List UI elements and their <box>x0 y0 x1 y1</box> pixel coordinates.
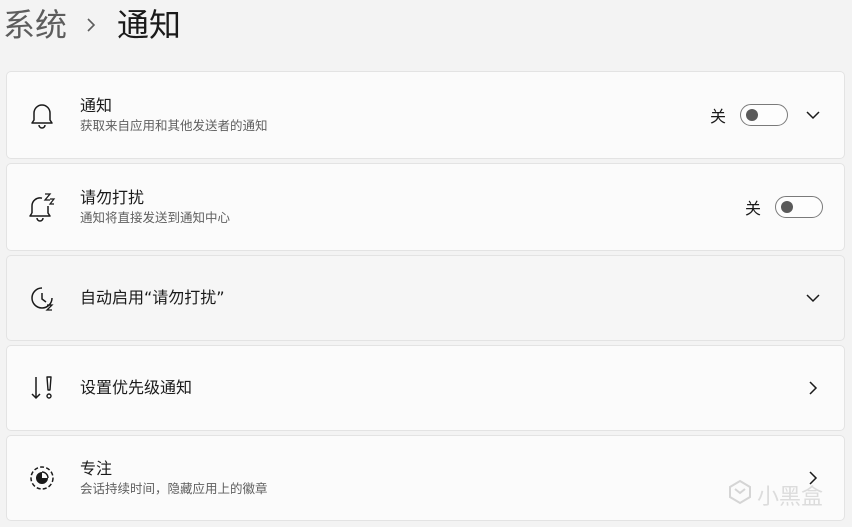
focus-title: 专注 <box>80 459 113 478</box>
clock-icon <box>27 283 57 313</box>
notifications-toggle-group: 关 <box>710 103 788 127</box>
priority-icon <box>27 373 57 403</box>
dnd-title: 请勿打扰 <box>80 188 145 207</box>
notifications-subtitle: 获取来自应用和其他发送者的通知 <box>80 118 268 133</box>
dnd-card[interactable]: 请勿打扰 通知将直接发送到通知中心 关 <box>6 163 845 251</box>
watermark: 小黑盒 <box>727 479 823 511</box>
dnd-text: 请勿打扰 通知将直接发送到通知中心 <box>80 188 230 226</box>
focus-icon <box>27 463 57 493</box>
breadcrumb: 系统 通知 <box>3 0 181 50</box>
focus-subtitle: 会话持续时间，隐藏应用上的徽章 <box>80 481 268 496</box>
priority-card[interactable]: 设置优先级通知 <box>6 345 845 431</box>
notifications-card[interactable]: 通知 获取来自应用和其他发送者的通知 关 <box>6 71 845 159</box>
notifications-state: 关 <box>709 107 726 126</box>
chevron-right-icon[interactable] <box>805 380 821 396</box>
priority-text: 设置优先级通知 <box>80 378 192 398</box>
auto-dnd-text: 自动启用“请勿打扰” <box>80 288 225 308</box>
chevron-right-icon <box>85 17 97 33</box>
page-title: 通知 <box>117 6 182 44</box>
auto-dnd-card[interactable]: 自动启用“请勿打扰” <box>6 255 845 341</box>
watermark-logo-icon <box>727 479 753 511</box>
breadcrumb-parent[interactable]: 系统 <box>3 9 67 41</box>
notifications-title: 通知 <box>80 96 113 115</box>
focus-text: 专注 会话持续时间，隐藏应用上的徽章 <box>80 459 268 497</box>
notifications-toggle[interactable] <box>740 104 788 126</box>
watermark-text: 小黑盒 <box>757 485 824 510</box>
dnd-subtitle: 通知将直接发送到通知中心 <box>80 210 231 225</box>
bell-icon <box>27 100 57 130</box>
dnd-toggle[interactable] <box>775 196 823 218</box>
toggle-knob <box>781 201 793 213</box>
priority-title: 设置优先级通知 <box>80 378 193 397</box>
dnd-state: 关 <box>744 199 761 218</box>
dnd-toggle-group: 关 <box>745 195 823 219</box>
chevron-down-icon[interactable] <box>805 107 821 123</box>
bell-snooze-icon <box>27 192 57 222</box>
focus-card[interactable]: 专注 会话持续时间，隐藏应用上的徽章 <box>6 435 845 521</box>
notifications-text: 通知 获取来自应用和其他发送者的通知 <box>80 96 268 134</box>
chevron-down-icon[interactable] <box>805 290 821 306</box>
toggle-knob <box>746 109 758 121</box>
auto-dnd-title: 自动启用“请勿打扰” <box>80 288 225 307</box>
